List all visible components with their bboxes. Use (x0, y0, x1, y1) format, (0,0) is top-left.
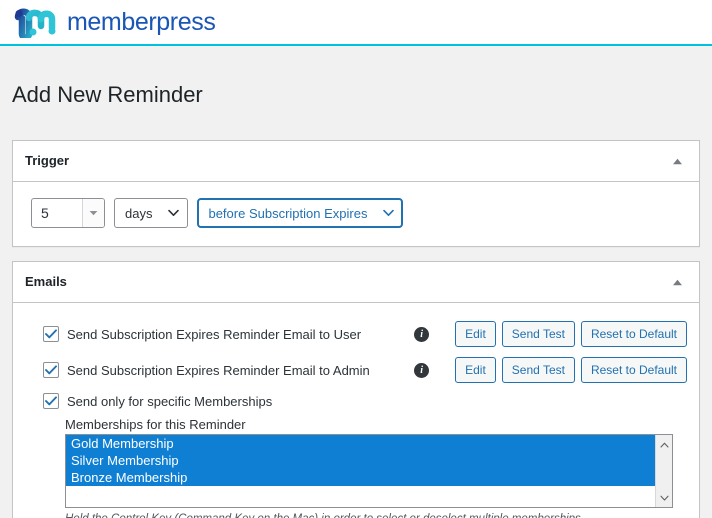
emails-panel: Emails Send Subscription Expires Reminde… (12, 261, 700, 518)
trigger-panel-title: Trigger (25, 152, 70, 168)
edit-user-email-button[interactable]: Edit (455, 321, 496, 348)
memberships-options: Gold Membership Silver Membership Bronze… (66, 435, 655, 507)
trigger-unit-value: days (125, 205, 153, 221)
emails-panel-title: Emails (25, 273, 67, 289)
checkmark-icon (45, 329, 57, 339)
send-only-specific-memberships-checkbox[interactable] (43, 393, 59, 410)
send-admin-email-checkbox[interactable] (43, 362, 59, 379)
info-icon[interactable]: i (414, 326, 430, 342)
email-rows: Send Subscription Expires Reminder Email… (25, 315, 687, 384)
specific-memberships-row: Send only for specific Memberships (43, 393, 687, 410)
checkmark-icon (45, 365, 57, 375)
send-test-admin-email-button[interactable]: Send Test (501, 357, 575, 384)
caret-up-icon[interactable] (667, 151, 687, 171)
edit-admin-email-button[interactable]: Edit (455, 357, 496, 384)
emails-panel-body: Send Subscription Expires Reminder Email… (13, 303, 699, 518)
brand-wordmark: memberpress (67, 7, 216, 36)
chevron-down-icon (168, 209, 180, 217)
trigger-number-value: 5 (41, 205, 49, 222)
list-item[interactable]: Silver Membership (66, 452, 655, 470)
send-only-specific-memberships-label: Send only for specific Memberships (67, 393, 273, 409)
caret-up-icon[interactable] (667, 272, 687, 292)
page-title: Add New Reminder (12, 81, 203, 107)
brand-header: memberpress (0, 0, 712, 46)
memberships-listbox[interactable]: Gold Membership Silver Membership Bronze… (65, 434, 673, 509)
list-item[interactable]: Bronze Membership (66, 469, 655, 487)
chevron-up-icon[interactable] (657, 437, 672, 452)
trigger-controls-row: 5 days before Subscription Expires (25, 194, 687, 234)
memberships-help-text: Hold the Control Key (Command Key on the… (65, 513, 687, 518)
content-wrap: Trigger 5 days before Subscription Expir… (0, 140, 712, 518)
send-test-user-email-button[interactable]: Send Test (501, 321, 575, 348)
emails-panel-header: Emails (13, 262, 699, 304)
checkmark-icon (45, 396, 57, 406)
info-icon[interactable]: i (414, 362, 430, 378)
send-admin-email-label: Send Subscription Expires Reminder Email… (67, 362, 370, 378)
trigger-panel-body: 5 days before Subscription Expires (13, 182, 699, 246)
email-row-actions: i Edit Send Test Reset to Default (414, 357, 687, 384)
chevron-down-icon (383, 209, 395, 217)
send-user-email-label: Send Subscription Expires Reminder Email… (67, 326, 362, 342)
list-item[interactable]: Gold Membership (66, 435, 655, 453)
reset-user-email-button[interactable]: Reset to Default (580, 321, 687, 348)
trigger-unit-select[interactable]: days (114, 198, 189, 229)
trigger-panel: Trigger 5 days before Subscription Expir… (12, 140, 700, 248)
email-row-actions: i Edit Send Test Reset to Default (414, 321, 687, 348)
trigger-event-value: before Subscription Expires (208, 205, 368, 221)
email-row: Send Subscription Expires Reminder Email… (43, 357, 687, 384)
email-row: Send Subscription Expires Reminder Email… (43, 321, 687, 348)
memberships-legend: Memberships for this Reminder (65, 417, 246, 433)
caret-down-icon[interactable] (82, 199, 104, 228)
memberships-scrollbar[interactable] (655, 435, 672, 508)
chevron-down-icon[interactable] (657, 490, 672, 505)
memberpress-m-logo (14, 8, 56, 38)
trigger-panel-header: Trigger (13, 141, 699, 183)
memberships-block: Send only for specific Memberships Membe… (25, 393, 687, 518)
trigger-number-input[interactable]: 5 (31, 198, 105, 229)
reset-admin-email-button[interactable]: Reset to Default (580, 357, 687, 384)
trigger-event-select[interactable]: before Subscription Expires (197, 198, 404, 229)
memberships-field: Memberships for this Reminder Gold Membe… (43, 417, 687, 518)
send-user-email-checkbox[interactable] (43, 326, 59, 343)
